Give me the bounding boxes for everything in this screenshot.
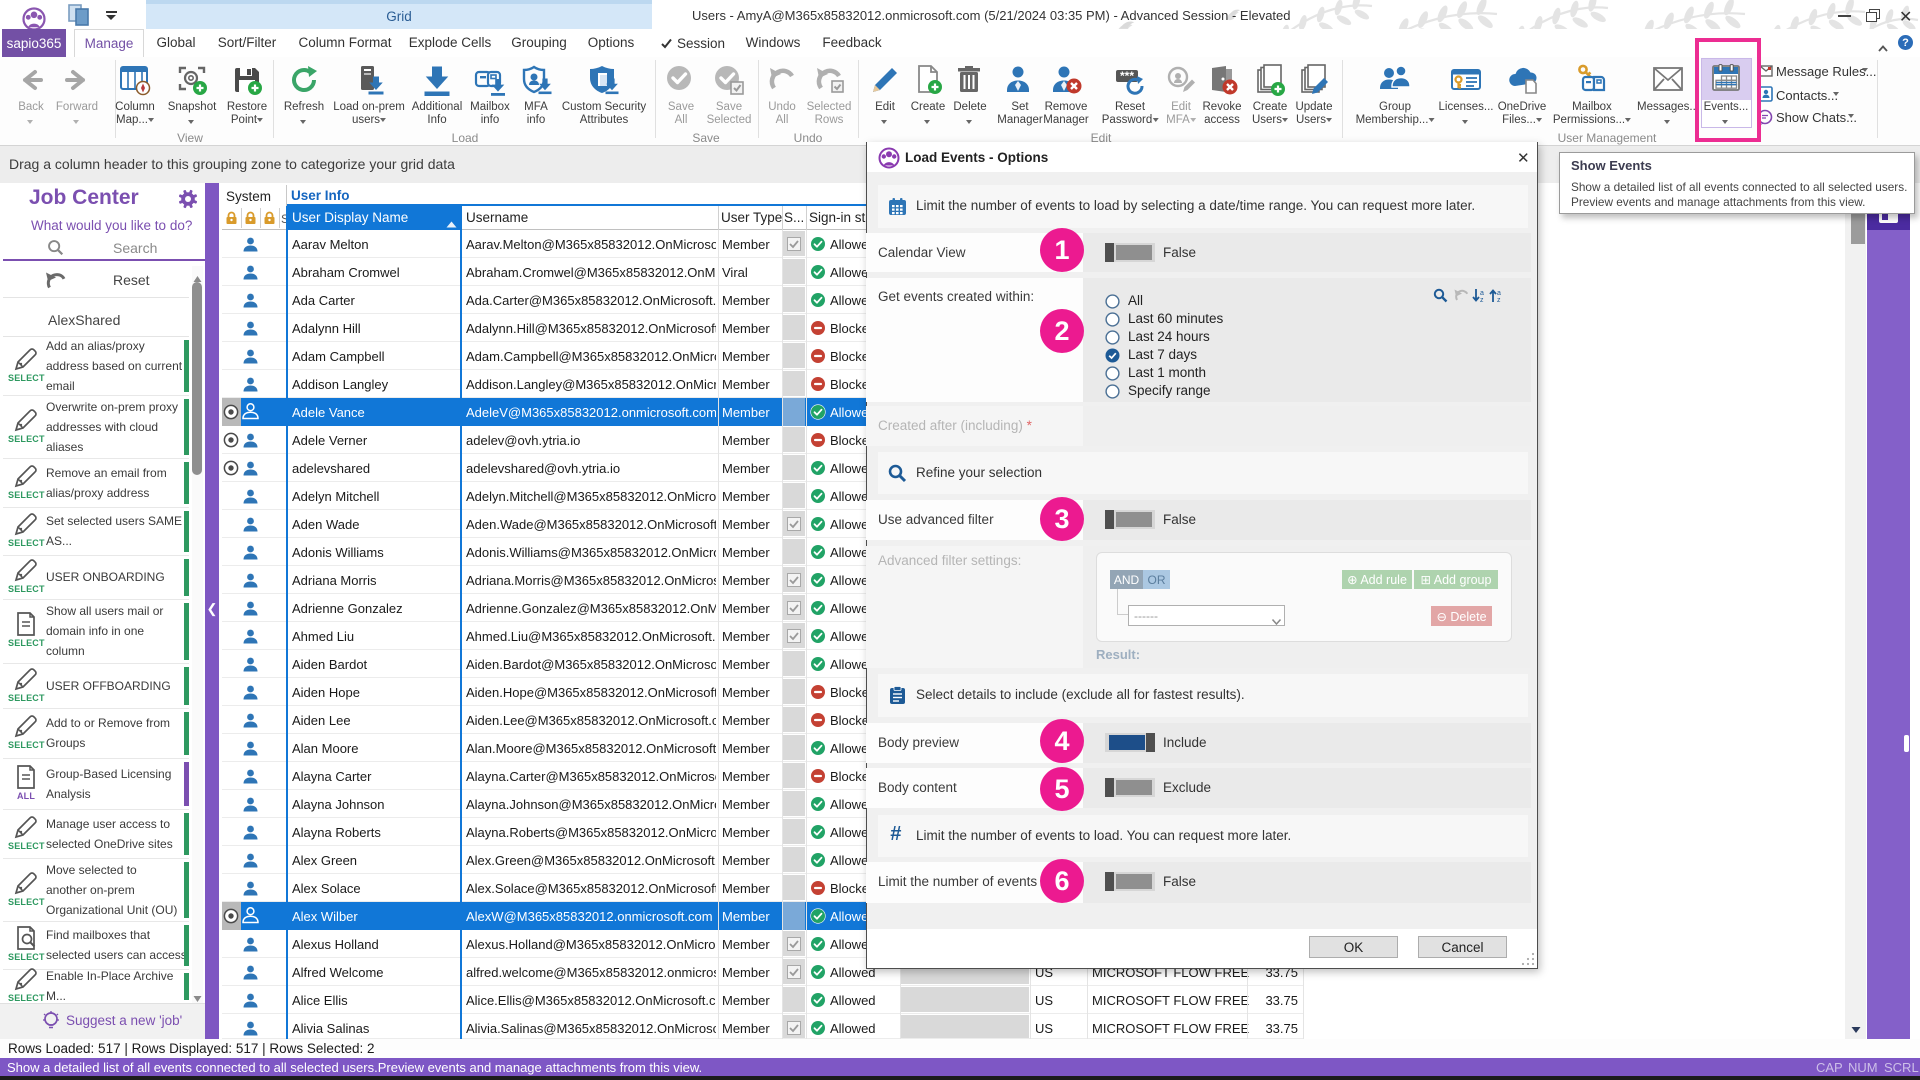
svg-text:z: z [1497,297,1501,303]
svg-text:z: z [1480,297,1484,303]
svg-text:a: a [1497,290,1501,297]
svg-text:a: a [1480,290,1484,297]
